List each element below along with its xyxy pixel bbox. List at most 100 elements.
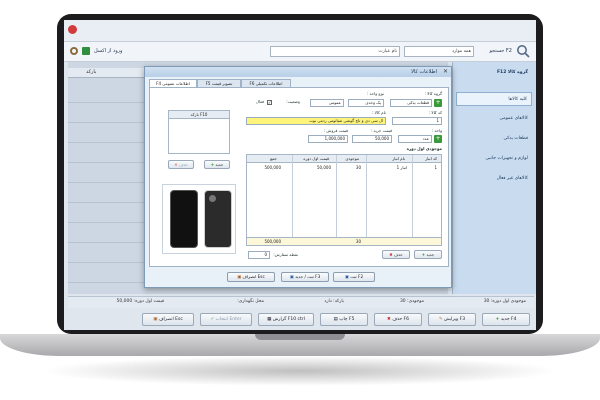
kind-select[interactable]: عمومی <box>310 99 344 107</box>
code-label: کد کالا : <box>428 110 442 115</box>
opening-add-button[interactable]: + جدید <box>414 250 442 259</box>
active-checkbox[interactable]: ✓ <box>267 100 272 105</box>
barcode-add-button[interactable]: + جدید <box>204 160 230 169</box>
status-location: محل نگهداری: <box>237 299 264 304</box>
laptop-mockup: جستجو F2 همه موارد نام عبارت ورود از اکس… <box>0 0 600 400</box>
barcode-grid-header: بارکد F10 <box>169 111 229 119</box>
cancel-button[interactable]: ▣ انصراف Esc <box>227 272 275 282</box>
title-bar <box>64 20 536 42</box>
grid-separator <box>412 155 413 245</box>
name-label: نام کالا : <box>371 110 386 115</box>
select-button[interactable]: ✔ انتخاب Enter <box>200 313 252 326</box>
product-image-back <box>204 190 232 248</box>
exit-button[interactable]: ▣ انصراف Esc <box>142 313 194 326</box>
excel-icon[interactable] <box>82 47 90 55</box>
opening-add-label: جدید <box>426 252 435 257</box>
row-store-code[interactable]: 1 <box>434 165 437 171</box>
sidebar-item-spare-parts[interactable]: قطعات یدکی <box>456 132 532 146</box>
opening-delete-button[interactable]: ✖ حذف <box>382 250 410 259</box>
exit-button-label: انصراف Esc <box>158 317 183 322</box>
sidebar-item-all[interactable]: کلیه کالاها <box>456 92 532 106</box>
barcode-grid: بارکد F10 <box>168 110 230 154</box>
product-image-front <box>170 190 198 248</box>
excel-import-link[interactable]: ورود از اکسل <box>94 46 122 56</box>
new-button[interactable]: + جدید F4 <box>482 313 530 326</box>
edit-button[interactable]: ✎ ویرایش F3 <box>428 313 476 326</box>
barcode-add-label: جدید <box>215 162 224 167</box>
main-button-bar: + جدید F4 ✎ ویرایش F3 ✖ حذف F6 ▤ چاپ F5 … <box>64 310 536 330</box>
opening-delete-label: حذف <box>394 252 403 257</box>
search-label: جستجو F2 <box>489 48 512 54</box>
search-toolbar: جستجو F2 همه موارد نام عبارت ورود از اکس… <box>64 42 536 62</box>
report-button[interactable]: ▦ گزارش F10 ctrl <box>258 313 314 326</box>
status-bar: موجودی اول دوره: 30 موجودی: 30 بارکد: دا… <box>68 296 534 308</box>
report-button-label: گزارش F10 ctrl <box>272 317 305 322</box>
row-stock[interactable]: 30 <box>356 165 361 171</box>
save-new-button[interactable]: ▣ ثبت / جدید F3 <box>281 272 329 282</box>
col-store-code: کد انبار <box>425 156 437 161</box>
delete-button[interactable]: ✖ حذف F6 <box>374 313 422 326</box>
sell-price-field[interactable]: 1,000,000 <box>308 135 348 143</box>
order-point-label: نقطه سفارش: <box>273 252 298 257</box>
col-opening-price: قیمت اول دوره <box>303 156 329 161</box>
sidebar-header: گروه کالا F12 <box>496 70 528 75</box>
col-total: جمع <box>270 156 277 161</box>
sidebar-item-accessories[interactable]: لوازم و تجهیزات جانبی <box>456 152 532 166</box>
add-unit-button[interactable]: + <box>434 135 442 143</box>
unit-label: واحد : <box>431 128 442 133</box>
opening-total-row: 30 500,000 <box>247 237 441 245</box>
close-icon[interactable]: ✕ <box>443 68 448 76</box>
status-opening-stock: موجودی اول دوره: 30 <box>483 299 526 304</box>
group-label: گروه کالا : <box>424 91 442 96</box>
category-sidebar: گروه کالا F12 کلیه کالاها کالاهای عمومی … <box>452 62 536 294</box>
dialog-title: اطلاعات کالا <box>145 67 451 77</box>
add-group-button[interactable]: + <box>434 99 442 107</box>
buy-price-field[interactable]: 50,000 <box>352 135 392 143</box>
search-text-input[interactable]: نام عبارت <box>270 46 400 57</box>
sidebar-item-inactive[interactable]: کالاهای غیر فعال <box>456 172 532 186</box>
grid-separator <box>336 155 337 245</box>
settings-icon[interactable] <box>70 47 78 55</box>
dialog-body: گروه کالا : + قطعات یدکی نوع واحد : یک و… <box>149 87 449 267</box>
row-opening-price[interactable]: 50,000 <box>317 165 331 171</box>
edit-button-label: ویرایش F3 <box>444 317 466 322</box>
search-icon[interactable] <box>516 44 530 58</box>
print-button-label: چاپ F5 <box>339 317 355 322</box>
col-stock: موجودی <box>345 156 359 161</box>
app-screen: جستجو F2 همه موارد نام عبارت ورود از اکس… <box>64 20 536 330</box>
grid-col-barcode[interactable]: بارکد <box>86 69 96 75</box>
item-info-dialog: اطلاعات کالا ✕ اطلاعات عمومی F4 تصویر قی… <box>144 66 452 288</box>
search-scope-select[interactable]: همه موارد <box>404 46 474 57</box>
active-label: فعال <box>256 99 264 104</box>
delete-button-label: حذف F6 <box>392 317 410 322</box>
laptop-shadow <box>40 356 560 386</box>
barcode-delete-label: حذف <box>179 162 188 167</box>
status-barcode: بارکد: دارد <box>324 299 344 304</box>
status-label: وضعیت: <box>286 99 300 104</box>
item-name-field[interactable]: ال سی دی و تاچ گوشی شیائومی ردمی نوت <box>246 117 386 125</box>
cancel-button-label: انصراف Esc <box>242 274 265 279</box>
save-new-button-label: ثبت / جدید F3 <box>295 274 321 279</box>
status-stock: موجودی: 30 <box>399 299 424 304</box>
unit-type-select[interactable]: یک وحدی <box>348 99 384 107</box>
laptop-notch <box>255 334 345 340</box>
grid-separator <box>366 155 367 245</box>
app-close-icon[interactable] <box>68 25 77 34</box>
row-store-name[interactable]: انبار 1 <box>397 165 407 171</box>
code-field[interactable]: 1 <box>392 117 442 125</box>
order-point-field[interactable]: 0 <box>248 251 270 259</box>
buy-price-label: قیمت خرید : <box>370 128 392 133</box>
sidebar-item-general[interactable]: کالاهای عمومی <box>456 112 532 126</box>
new-button-label: جدید F4 <box>500 317 517 322</box>
barcode-header-label: بارکد F10 <box>190 112 208 117</box>
unit-field[interactable]: عدد <box>398 135 432 143</box>
total-stock: 30 <box>355 239 361 244</box>
grid-separator <box>292 155 293 245</box>
print-button[interactable]: ▤ چاپ F5 <box>320 313 368 326</box>
save-button[interactable]: ▣ ثبت F2 <box>333 272 375 282</box>
save-button-label: ثبت F2 <box>350 274 364 279</box>
unit-type-label: نوع واحد : <box>366 91 384 96</box>
group-select[interactable]: قطعات یدکی <box>390 99 432 107</box>
barcode-delete-button[interactable]: ✖ حذف <box>168 160 194 169</box>
row-total[interactable]: 500,000 <box>264 165 281 171</box>
